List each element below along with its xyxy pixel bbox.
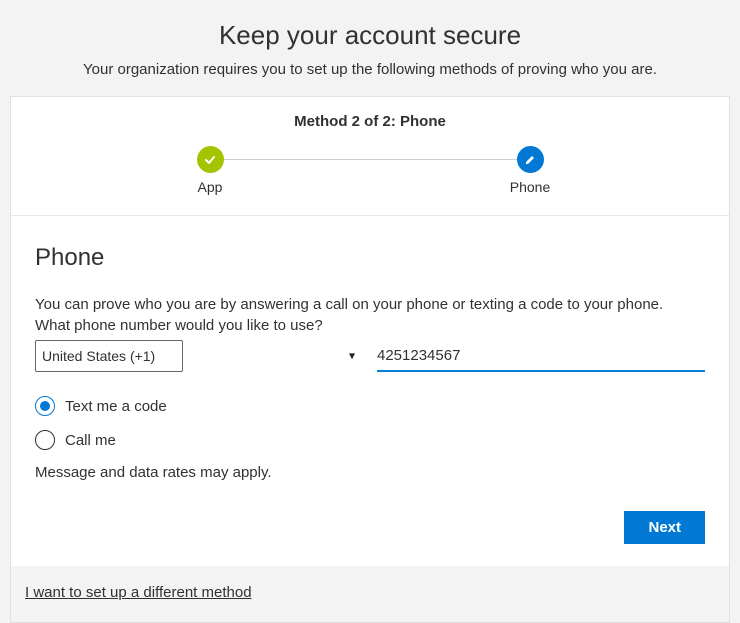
pencil-icon xyxy=(517,146,544,173)
setup-card: Method 2 of 2: Phone App xyxy=(10,96,730,623)
card-footer: I want to set up a different method xyxy=(11,566,729,622)
phone-input[interactable] xyxy=(377,340,705,372)
radio-text-me-label: Text me a code xyxy=(65,398,167,415)
card-body: Phone You can prove who you are by answe… xyxy=(11,216,729,566)
stepper-line xyxy=(210,159,530,160)
checkmark-icon xyxy=(197,146,224,173)
rates-text: Message and data rates may apply. xyxy=(35,464,705,481)
help-text: You can prove who you are by answering a… xyxy=(35,296,705,313)
inputs-row: United States (+1) xyxy=(35,340,705,372)
step-phone-label: Phone xyxy=(510,179,550,195)
radio-call-me-label: Call me xyxy=(65,432,116,449)
prompt-text: What phone number would you like to use? xyxy=(35,317,705,334)
step-app: App xyxy=(180,146,240,195)
method-step-label: Method 2 of 2: Phone xyxy=(35,113,705,130)
wizard-stepper: App Phone xyxy=(180,146,560,195)
radio-call-me[interactable]: Call me xyxy=(35,430,705,450)
section-title: Phone xyxy=(35,244,705,272)
page-subtitle: Your organization requires you to set up… xyxy=(10,61,730,78)
button-row: Next xyxy=(35,511,705,544)
radio-text-me[interactable]: Text me a code xyxy=(35,396,705,416)
verification-radio-group: Text me a code Call me xyxy=(35,396,705,450)
different-method-link[interactable]: I want to set up a different method xyxy=(25,584,252,601)
radio-dot-icon xyxy=(40,401,50,411)
step-app-label: App xyxy=(198,179,223,195)
country-select-wrap: United States (+1) xyxy=(35,340,363,372)
next-button[interactable]: Next xyxy=(624,511,705,544)
wizard-header: Method 2 of 2: Phone App xyxy=(11,97,729,216)
step-phone: Phone xyxy=(500,146,560,195)
radio-icon xyxy=(35,430,55,450)
page-title: Keep your account secure xyxy=(10,20,730,51)
country-select[interactable]: United States (+1) xyxy=(35,340,183,372)
radio-icon xyxy=(35,396,55,416)
